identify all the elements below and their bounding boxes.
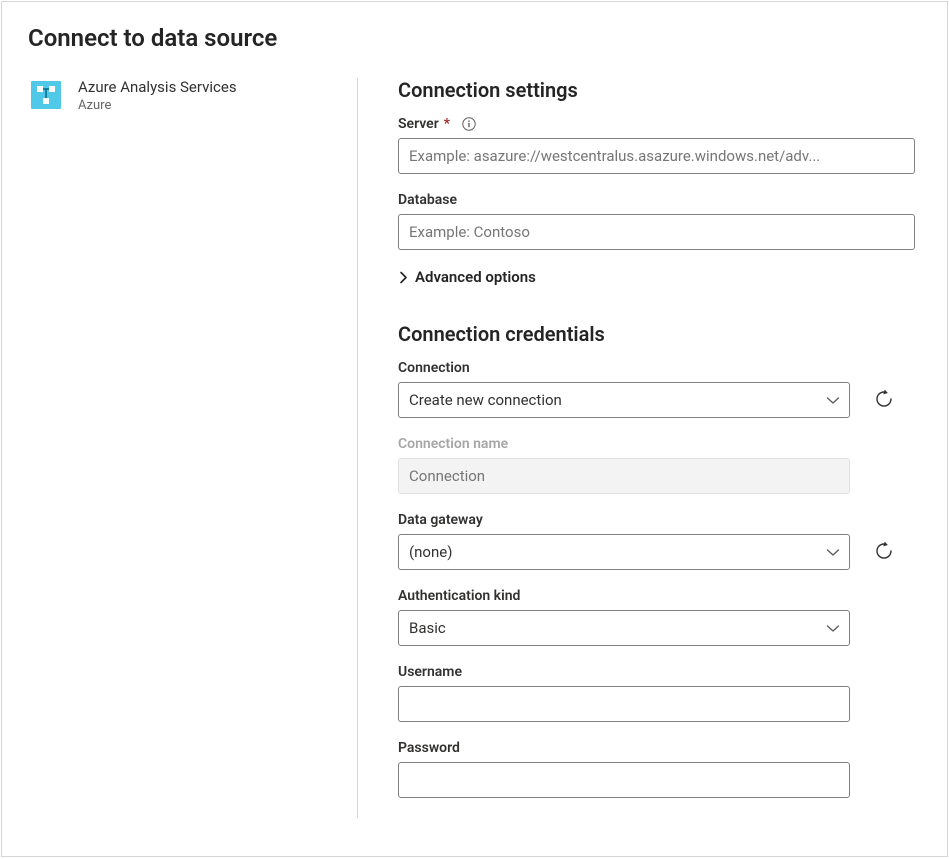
auth-kind-label: Authentication kind xyxy=(398,588,915,604)
server-field: Server * xyxy=(398,116,915,174)
connection-name-input xyxy=(398,458,850,494)
username-field: Username xyxy=(398,664,915,722)
connection-name-label: Connection name xyxy=(398,436,915,452)
refresh-icon xyxy=(874,389,894,412)
connection-field: Connection Create new connection xyxy=(398,360,915,418)
azure-analysis-services-icon xyxy=(28,78,64,112)
username-label: Username xyxy=(398,664,915,680)
database-field: Database xyxy=(398,192,915,250)
required-indicator: * xyxy=(444,116,450,132)
username-input[interactable] xyxy=(398,686,850,722)
database-label: Database xyxy=(398,192,915,208)
password-label: Password xyxy=(398,740,915,756)
refresh-gateway-button[interactable] xyxy=(870,537,898,568)
connection-label: Connection xyxy=(398,360,915,376)
left-column: Azure Analysis Services Azure xyxy=(28,78,358,818)
connection-select[interactable]: Create new connection xyxy=(398,382,850,418)
database-input[interactable] xyxy=(398,214,915,250)
refresh-icon xyxy=(874,541,894,564)
advanced-options-toggle[interactable]: Advanced options xyxy=(398,268,915,286)
page-title: Connect to data source xyxy=(28,24,921,52)
server-input[interactable] xyxy=(398,138,915,174)
chevron-right-icon xyxy=(398,271,409,284)
columns: Azure Analysis Services Azure Connection… xyxy=(28,78,921,818)
refresh-connection-button[interactable] xyxy=(870,385,898,416)
password-field: Password xyxy=(398,740,915,798)
data-source-item[interactable]: Azure Analysis Services Azure xyxy=(28,78,337,113)
data-source-text: Azure Analysis Services Azure xyxy=(78,78,237,113)
connection-settings-heading: Connection settings xyxy=(398,78,915,102)
connect-data-source-panel: Connect to data source Azure Analysis Se… xyxy=(1,1,948,857)
connection-name-field: Connection name xyxy=(398,436,915,494)
data-gateway-label: Data gateway xyxy=(398,512,915,528)
password-input[interactable] xyxy=(398,762,850,798)
advanced-options-label: Advanced options xyxy=(415,268,536,286)
right-column: Connection settings Server * xyxy=(358,78,921,818)
data-gateway-field: Data gateway (none) xyxy=(398,512,915,570)
auth-kind-select[interactable]: Basic xyxy=(398,610,850,646)
server-label-text: Server xyxy=(398,116,439,132)
auth-kind-field: Authentication kind Basic xyxy=(398,588,915,646)
data-source-category: Azure xyxy=(78,98,237,113)
data-source-name: Azure Analysis Services xyxy=(78,78,237,96)
info-icon[interactable] xyxy=(462,117,476,131)
data-gateway-select[interactable]: (none) xyxy=(398,534,850,570)
connection-credentials-heading: Connection credentials xyxy=(398,322,915,346)
server-label: Server * xyxy=(398,116,915,132)
